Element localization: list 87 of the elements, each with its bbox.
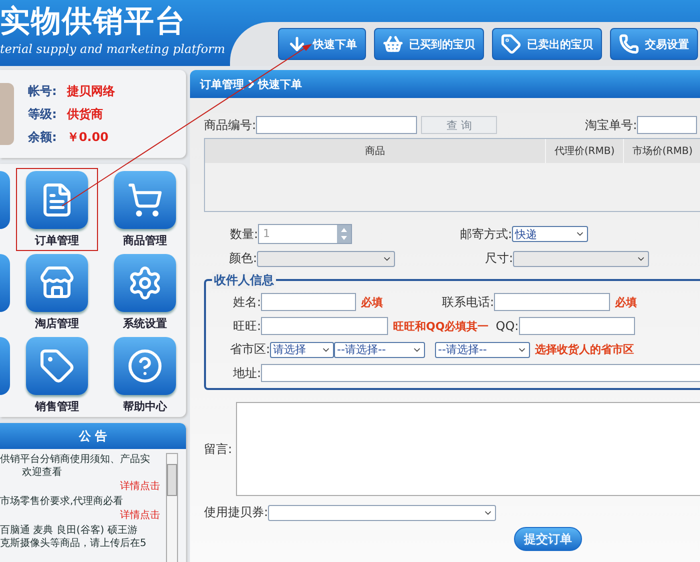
notice-text: 欢迎查看: [21, 466, 63, 479]
module-icon: [39, 265, 75, 301]
field-label: 省市区:: [228, 341, 270, 358]
required-hint: 选择收货人的省市区: [535, 342, 634, 357]
app-tile[interactable]: [0, 337, 10, 395]
required-hint: 旺旺和QQ必填其一: [393, 318, 489, 334]
module-label: 淘店管理: [35, 316, 79, 331]
module-icon: [39, 348, 75, 384]
size-select[interactable]: [513, 250, 649, 266]
input-field[interactable]: [518, 317, 635, 335]
notice-text: 市场零售价要求,代理商必看: [0, 495, 124, 508]
account-label: 余额:: [28, 128, 57, 146]
coupon-select[interactable]: [268, 504, 496, 520]
breadcrumb-item: 快速下单: [258, 76, 302, 92]
details-link[interactable]: 详情点击: [120, 508, 160, 524]
field-label: 旺旺:: [232, 318, 261, 334]
account-label: 帐号:: [28, 82, 57, 100]
region-select[interactable]: --请选择--: [435, 342, 530, 358]
account-value: ￥0.00: [66, 128, 108, 146]
field-label: 地址:: [232, 364, 261, 382]
module-icon: [127, 182, 163, 218]
column-header: 市场价(RMB): [624, 139, 700, 163]
group-legend: 收件人信息: [212, 272, 276, 289]
module-label: 商品管理: [123, 233, 167, 248]
account-label: 等级:: [28, 106, 57, 122]
region-select[interactable]: --请选择--: [334, 342, 425, 358]
scrollbar[interactable]: [166, 453, 178, 562]
field-label: 尺寸:: [484, 250, 513, 267]
notice-text: 百脑通 麦典 良田(谷客) 硕王游: [0, 524, 138, 537]
region-select[interactable]: 请选择: [270, 342, 334, 358]
photo-placeholder: [0, 83, 14, 145]
nav-icon: [287, 34, 307, 54]
app-tile[interactable]: [0, 171, 10, 229]
spinner-arrows-icon: [340, 227, 348, 241]
notice-title: 公 告: [0, 423, 186, 449]
site-title: 实物供销平台: [0, 4, 187, 40]
module-icon: [127, 348, 163, 384]
nav-button[interactable]: 交易设置: [610, 28, 698, 60]
required-hint: 必填: [615, 294, 637, 310]
notice-text: 克斯摄像头等商品，请上传后在5: [0, 537, 148, 550]
shipping-select[interactable]: 快递: [512, 226, 588, 242]
color-select[interactable]: [257, 250, 395, 266]
module-item[interactable]: 销售管理: [16, 334, 98, 417]
module-label: 订单管理: [35, 233, 79, 248]
module-item[interactable]: 淘店管理: [16, 251, 98, 334]
site-subtitle: terial supply and marketing platform: [0, 42, 226, 56]
module-item[interactable]: 商品管理: [104, 168, 186, 251]
field-label: 留言:: [204, 440, 232, 458]
input-field[interactable]: [261, 364, 700, 382]
module-label: 销售管理: [35, 399, 79, 414]
column-header: 代理价(RMB): [546, 139, 624, 163]
message-field[interactable]: [236, 402, 700, 496]
account-value: 供货商: [66, 106, 103, 122]
nav-button[interactable]: 快速下单: [278, 28, 366, 60]
nav-button[interactable]: 已卖出的宝贝: [492, 28, 602, 60]
notice-text: 供销平台分销商使用须知、产品实: [0, 453, 151, 466]
field-label: 姓名:: [232, 294, 261, 310]
module-label: 帮助中心: [123, 399, 167, 414]
input-field[interactable]: [494, 293, 610, 311]
chevron-icon: [248, 80, 254, 88]
input-field[interactable]: [261, 293, 356, 311]
field-label: 邮寄方式:: [458, 226, 512, 242]
module-item[interactable]: 系统设置: [104, 251, 186, 334]
nav-button[interactable]: 已买到的宝贝: [374, 28, 484, 60]
column-header: 商品: [205, 139, 546, 163]
field-label: 淘宝单号:: [585, 116, 638, 134]
module-item[interactable]: 帮助中心: [104, 334, 186, 417]
field-label: 颜色:: [228, 250, 257, 267]
module-label: 系统设置: [123, 316, 167, 331]
input-field[interactable]: [256, 116, 418, 134]
input-field[interactable]: [637, 116, 698, 134]
input-field[interactable]: [261, 317, 388, 335]
breadcrumb-item: 订单管理: [200, 76, 244, 92]
field-label: 使用捷贝券:: [204, 504, 268, 521]
nav-icon: [383, 34, 403, 54]
nav-icon: [501, 34, 521, 54]
field-label: 数量:: [228, 226, 258, 242]
required-hint: 必填: [361, 294, 383, 310]
details-link[interactable]: 详情点击: [120, 479, 160, 495]
account-value: 捷贝网络: [66, 82, 115, 100]
field-label: 联系电话:: [440, 294, 494, 310]
field-label: QQ:: [494, 319, 519, 333]
nav-icon: [619, 34, 639, 54]
module-icon: [127, 265, 163, 301]
app-tile[interactable]: [0, 254, 10, 312]
field-label: 商品编号:: [204, 116, 256, 134]
module-item[interactable]: 订单管理: [16, 168, 98, 251]
